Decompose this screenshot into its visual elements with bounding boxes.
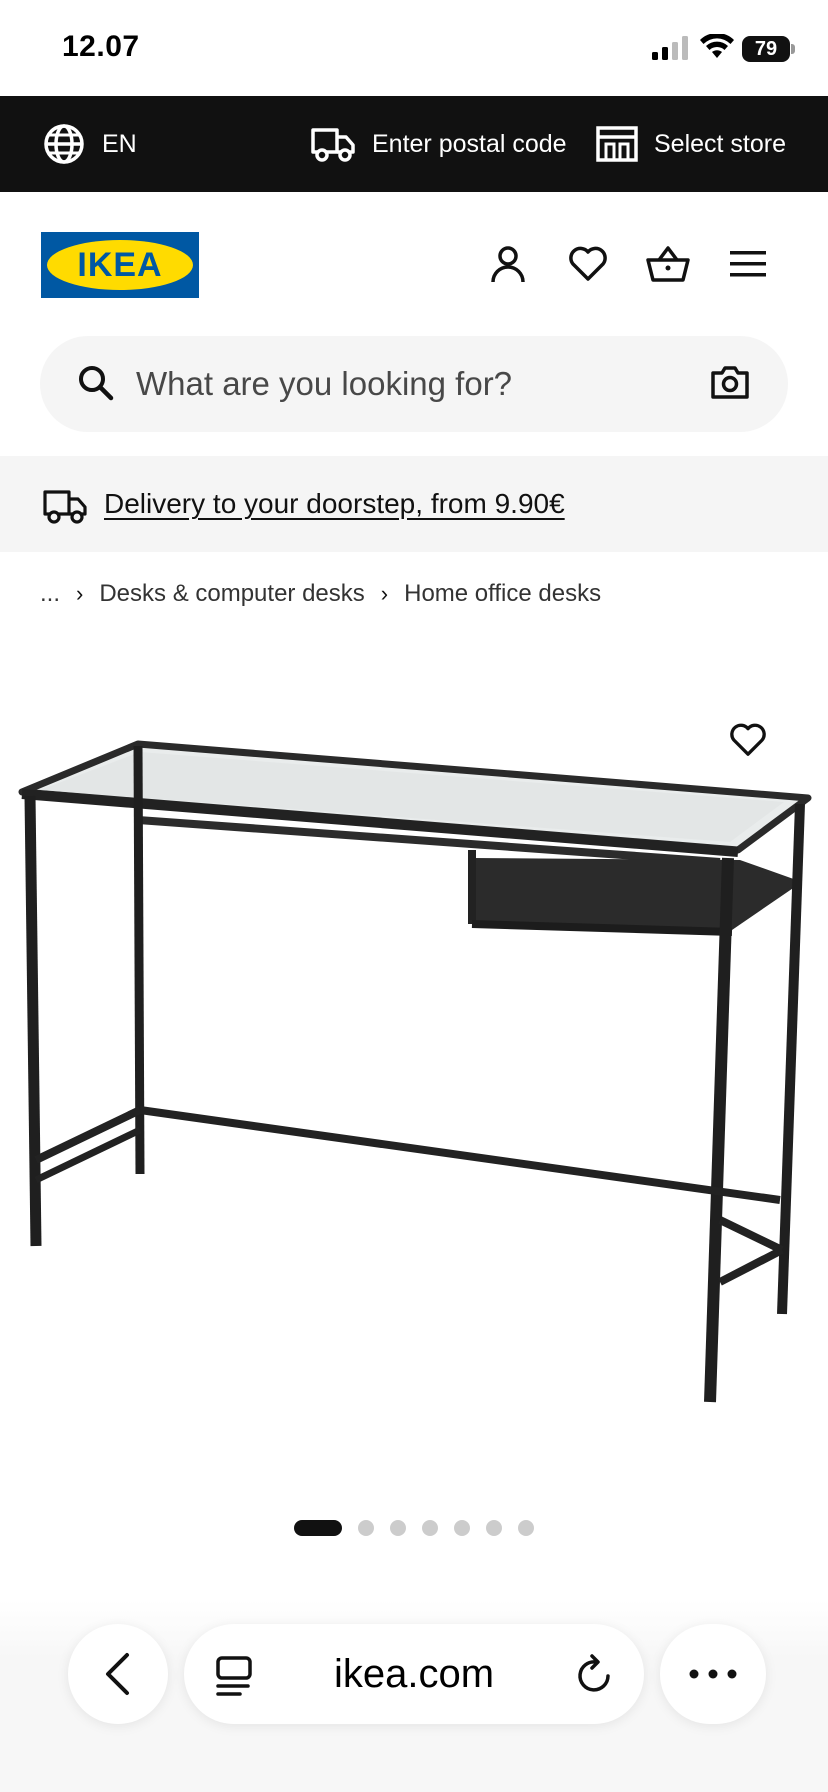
battery-tip	[791, 44, 795, 54]
favourites-button[interactable]	[566, 242, 610, 286]
carousel-dot[interactable]	[422, 1520, 438, 1536]
postal-code-button[interactable]: Enter postal code	[310, 96, 567, 192]
ikea-logo[interactable]: IKEA	[41, 232, 199, 298]
reload-icon[interactable]	[574, 1654, 616, 1696]
chevron-right-icon: ›	[380, 581, 389, 606]
more-button[interactable]	[660, 1624, 766, 1724]
address-bar[interactable]: ikea.com	[184, 1624, 644, 1724]
truck-icon	[311, 128, 355, 162]
search-input[interactable]	[136, 336, 636, 432]
carousel-dot[interactable]	[454, 1520, 470, 1536]
truck-icon	[43, 490, 87, 524]
back-icon	[106, 1653, 129, 1695]
profile-button[interactable]	[486, 242, 530, 286]
carousel-dot[interactable]	[486, 1520, 502, 1536]
select-store-button[interactable]: Select store	[596, 96, 786, 192]
menu-icon	[730, 251, 766, 277]
search-icon	[79, 366, 114, 401]
delivery-link[interactable]: Delivery to your doorstep, from 9.90€	[104, 456, 565, 552]
carousel-dots	[294, 1520, 550, 1536]
globe-icon	[44, 124, 84, 164]
battery-indicator: 79	[742, 36, 790, 62]
postal-code-label: Enter postal code	[372, 129, 567, 158]
menu-button[interactable]	[726, 242, 770, 286]
chevron-right-icon: ›	[76, 581, 84, 606]
site-header: IKEA	[0, 192, 828, 332]
delivery-banner[interactable]: Delivery to your doorstep, from 9.90€	[0, 456, 828, 552]
heart-icon	[569, 246, 607, 281]
carousel-dot-active[interactable]	[294, 1520, 342, 1536]
profile-icon	[491, 246, 525, 283]
language-label: EN	[102, 129, 137, 158]
product-favourite-button[interactable]	[724, 716, 772, 764]
status-time: 12.07	[62, 30, 140, 63]
utility-bar: EN Enter postal code Select store	[0, 96, 828, 192]
carousel-dot[interactable]	[390, 1520, 406, 1536]
basket-icon	[646, 246, 690, 282]
back-button[interactable]	[68, 1624, 168, 1724]
logo-ellipse: IKEA	[47, 240, 193, 290]
store-icon	[596, 126, 638, 162]
select-store-label: Select store	[654, 129, 787, 158]
language-selector[interactable]: EN	[42, 96, 137, 192]
search-bar[interactable]	[40, 336, 788, 432]
more-icon	[689, 1669, 737, 1679]
status-bar: 12.07 79	[0, 0, 828, 96]
product-image-desk[interactable]	[0, 690, 828, 1430]
breadcrumb: ... › Desks & computer desks › Home offi…	[40, 574, 601, 614]
heart-icon	[730, 723, 766, 756]
breadcrumb-home-office-desks[interactable]: Home office desks	[404, 580, 601, 608]
signal-icon	[652, 36, 688, 60]
browser-toolbar: ikea.com	[0, 1600, 828, 1792]
wifi-icon	[700, 34, 734, 58]
camera-icon[interactable]	[710, 364, 750, 400]
breadcrumb-desks[interactable]: Desks & computer desks	[99, 580, 364, 608]
basket-button[interactable]	[646, 242, 690, 286]
carousel-dot[interactable]	[518, 1520, 534, 1536]
carousel-dot[interactable]	[358, 1520, 374, 1536]
logo-text: IKEA	[77, 245, 163, 284]
breadcrumb-ellipsis[interactable]: ...	[40, 580, 60, 608]
